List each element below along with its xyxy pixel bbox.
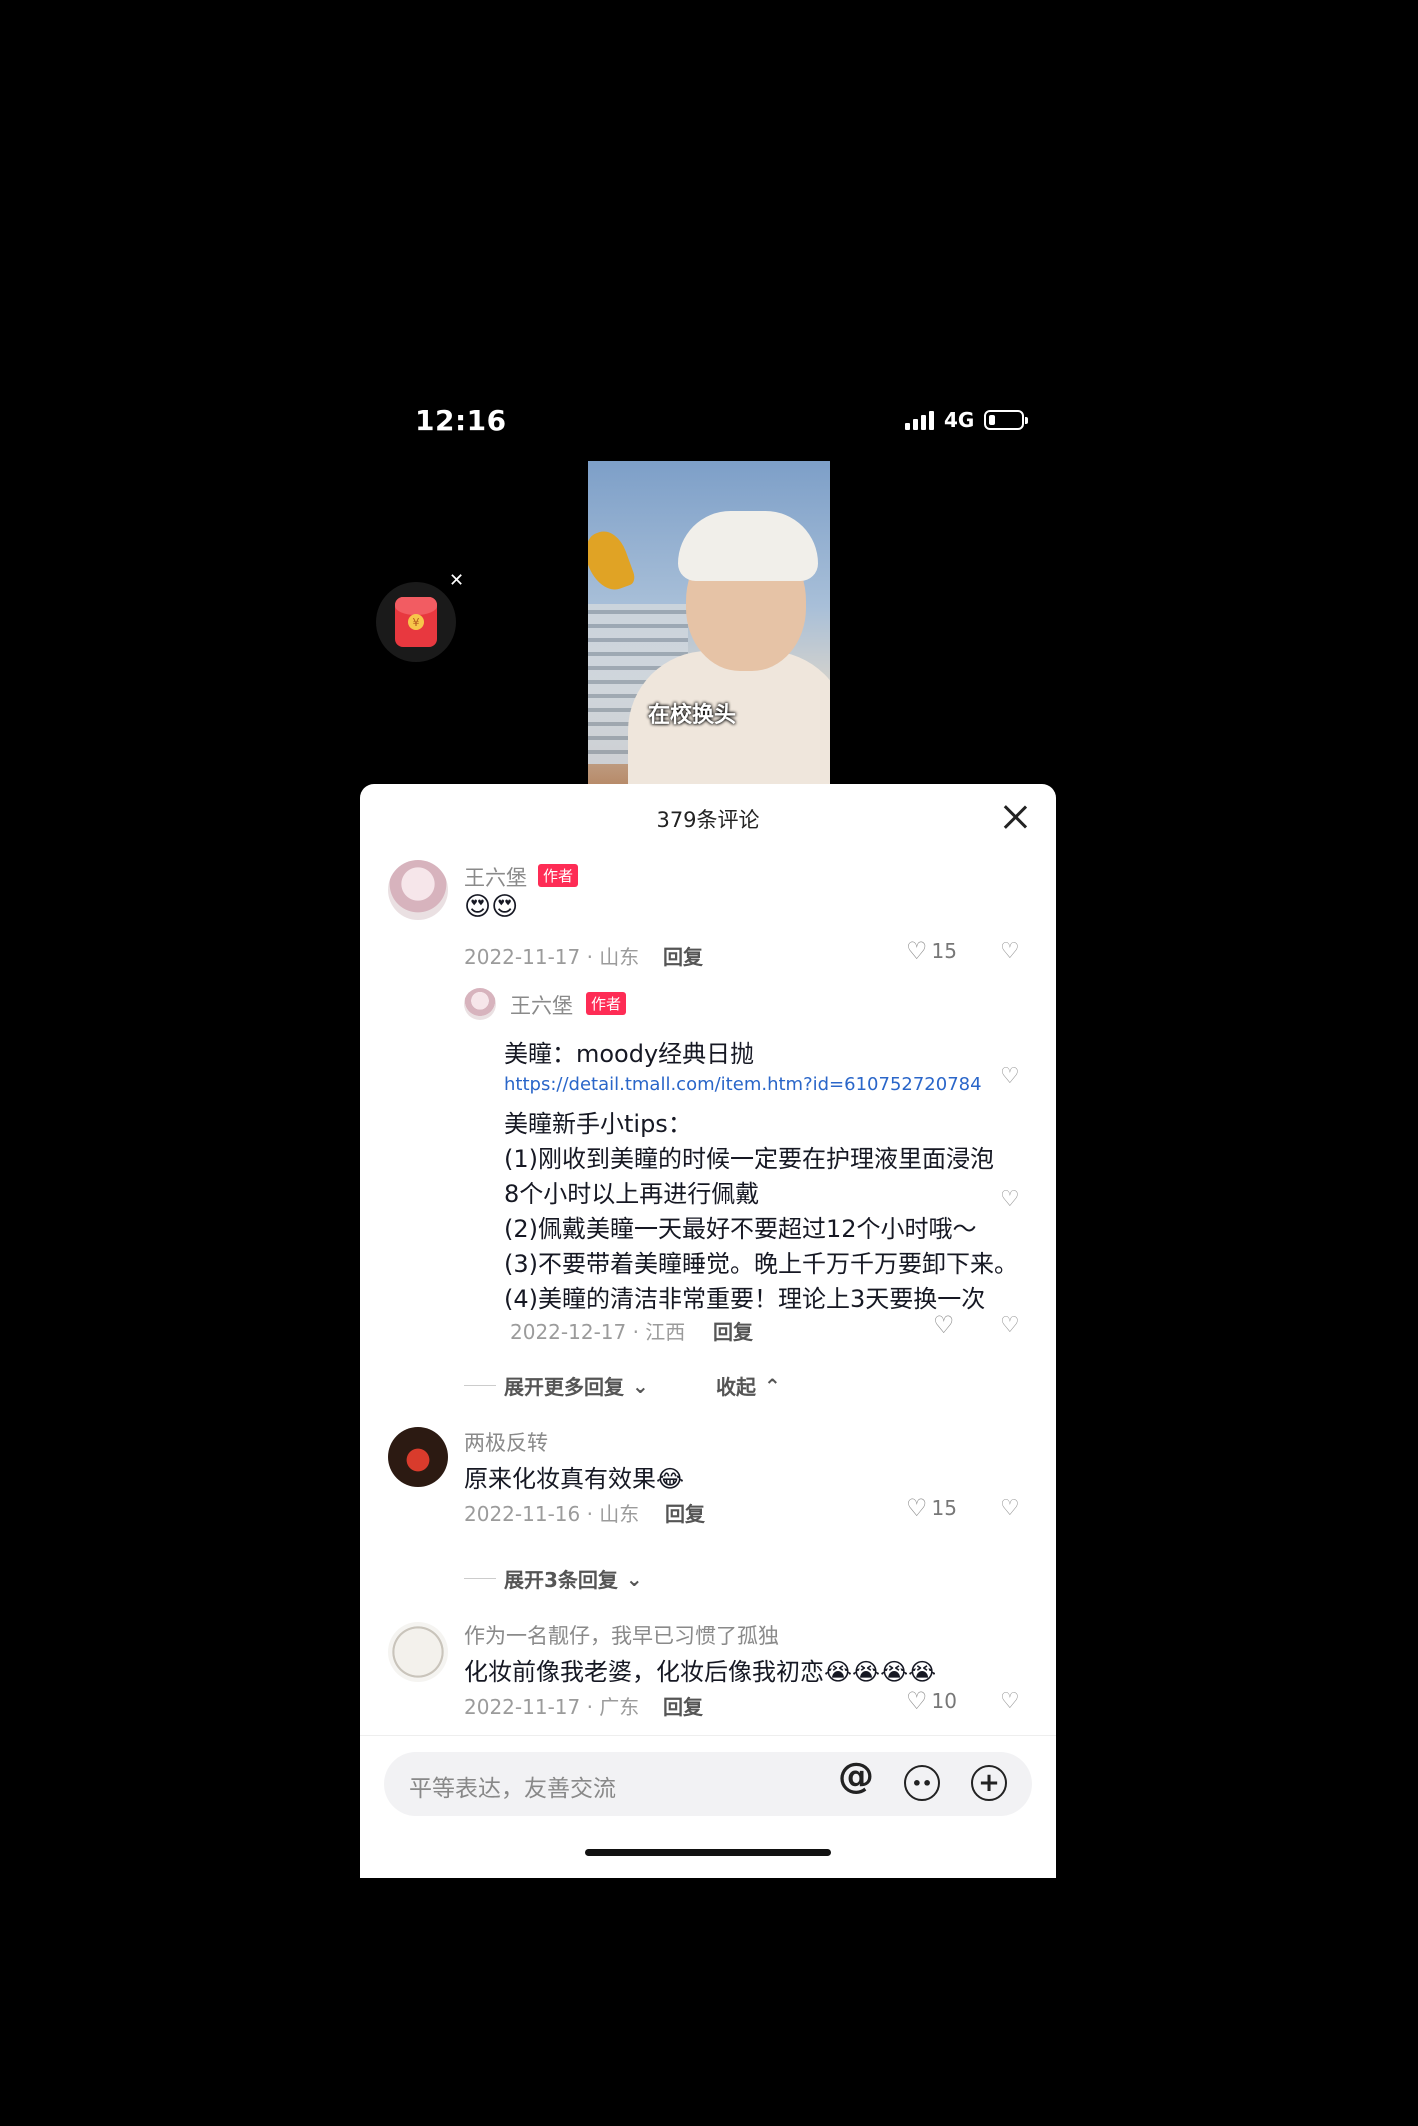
product-link[interactable]: https://detail.tmall.com/item.htm?id=610… bbox=[504, 1074, 982, 1095]
heart-icon: ♡ bbox=[906, 1494, 928, 1522]
chevron-up-icon: ⌃ bbox=[764, 1373, 781, 1398]
reply-text-line: 美瞳新手小tips： bbox=[504, 1110, 692, 1138]
chevron-down-icon: ⌄ bbox=[632, 1373, 649, 1398]
dislike-icon[interactable]: ♡ bbox=[1000, 1313, 1020, 1338]
heart-icon: ♡ bbox=[906, 937, 928, 965]
comment-username[interactable]: 两极反转 bbox=[464, 1427, 548, 1457]
divider bbox=[360, 1735, 1056, 1736]
comment-text: 化妆前像我老婆，化妆后像我初恋😭😭😭😭 bbox=[464, 1658, 937, 1686]
reply-text-line: (4)美瞳的清洁非常重要！理论上3天要换一次 bbox=[504, 1285, 986, 1313]
author-badge: 作者 bbox=[538, 864, 579, 887]
close-icon[interactable] bbox=[1002, 804, 1028, 830]
reply-text-line: 8个小时以上再进行佩戴 bbox=[504, 1180, 760, 1208]
comment-input-placeholder: 平等表达，友善交流 bbox=[409, 1776, 616, 1802]
heart-icon: ♡ bbox=[933, 1311, 955, 1339]
dislike-icon[interactable]: ♡ bbox=[1000, 1689, 1020, 1714]
dislike-icon[interactable]: ♡ bbox=[1000, 1064, 1020, 1089]
comments-count-title: 379条评论 bbox=[656, 808, 760, 832]
heart-icon: ♡ bbox=[906, 1687, 928, 1715]
collapse-button[interactable]: 收起 ⌃ bbox=[716, 1371, 781, 1400]
reply-username[interactable]: 王六堡 bbox=[510, 990, 573, 1020]
like-count: 15 bbox=[931, 939, 957, 963]
dislike-icon[interactable]: ♡ bbox=[1000, 939, 1020, 964]
home-indicator bbox=[585, 1849, 831, 1856]
comment-text: 原来化妆真有效果😂 bbox=[464, 1465, 685, 1493]
comment-input[interactable]: 平等表达，友善交流 @ •• + bbox=[384, 1752, 1032, 1816]
add-icon[interactable]: + bbox=[971, 1765, 1007, 1801]
emoji-icon[interactable]: •• bbox=[904, 1765, 940, 1801]
like-count: 15 bbox=[931, 1496, 957, 1520]
red-packet-close-icon[interactable]: ✕ bbox=[449, 570, 464, 591]
comments-sheet: 379条评论 王六堡 作者 😍😍 2022-11-17 · 山东 回复 ♡ 15… bbox=[360, 784, 1056, 1878]
reply-button[interactable]: 回复 bbox=[663, 1691, 703, 1720]
avatar[interactable] bbox=[388, 1622, 448, 1682]
comment-username[interactable]: 作为一名靓仔，我早已习惯了孤独 bbox=[464, 1620, 779, 1650]
comment-date: 2022-11-17 · 山东 bbox=[464, 945, 640, 969]
status-time: 12:16 bbox=[415, 404, 507, 437]
reply-text-line: (3)不要带着美瞳睡觉。晚上千万千万要卸下来。 bbox=[504, 1250, 1018, 1278]
reply-button[interactable]: 回复 bbox=[665, 1498, 705, 1527]
avatar[interactable] bbox=[388, 1427, 448, 1487]
avatar[interactable] bbox=[464, 988, 496, 1020]
like-count: 10 bbox=[931, 1689, 957, 1713]
red-envelope-icon: ¥ bbox=[395, 597, 437, 647]
signal-icon bbox=[905, 410, 934, 430]
comment-date: 2022-11-17 · 广东 bbox=[464, 1695, 640, 1719]
dislike-icon[interactable]: ♡ bbox=[1000, 1496, 1020, 1521]
comment-username[interactable]: 王六堡 bbox=[464, 862, 527, 892]
like-button[interactable]: ♡ 15 bbox=[906, 1496, 957, 1520]
reply-date: 2022-12-17 · 江西 bbox=[510, 1320, 686, 1344]
battery-icon bbox=[984, 410, 1029, 430]
reply-button[interactable]: 回复 bbox=[713, 1316, 753, 1345]
expand-replies-button[interactable]: 展开3条回复 ⌄ bbox=[464, 1564, 643, 1593]
reply-text-line: (1)刚收到美瞳的时候一定要在护理液里面浸泡 bbox=[504, 1145, 994, 1173]
mention-icon[interactable]: @ bbox=[838, 1756, 874, 1797]
video-preview[interactable]: 在校换头 bbox=[588, 461, 830, 784]
comment-date: 2022-11-16 · 山东 bbox=[464, 1502, 640, 1526]
red-packet-button[interactable]: ¥ bbox=[376, 582, 456, 662]
status-indicators: 4G bbox=[905, 408, 1029, 432]
video-caption: 在校换头 bbox=[648, 703, 737, 728]
comment-text: 😍😍 bbox=[464, 892, 519, 922]
like-button[interactable]: ♡ bbox=[933, 1313, 955, 1337]
network-label: 4G bbox=[944, 408, 975, 432]
like-button[interactable]: ♡ 10 bbox=[906, 1689, 957, 1713]
author-badge: 作者 bbox=[586, 992, 627, 1015]
reply-text-line: 美瞳：moody经典日抛 bbox=[504, 1040, 755, 1068]
expand-more-replies-button[interactable]: 展开更多回复 ⌄ bbox=[464, 1371, 649, 1400]
like-button[interactable]: ♡ 15 bbox=[906, 939, 957, 963]
dislike-icon[interactable]: ♡ bbox=[1000, 1187, 1020, 1212]
avatar[interactable] bbox=[388, 860, 448, 920]
reply-text-line: (2)佩戴美瞳一天最好不要超过12个小时哦～ bbox=[504, 1215, 977, 1243]
chevron-down-icon: ⌄ bbox=[625, 1566, 643, 1591]
reply-button[interactable]: 回复 bbox=[663, 941, 703, 970]
